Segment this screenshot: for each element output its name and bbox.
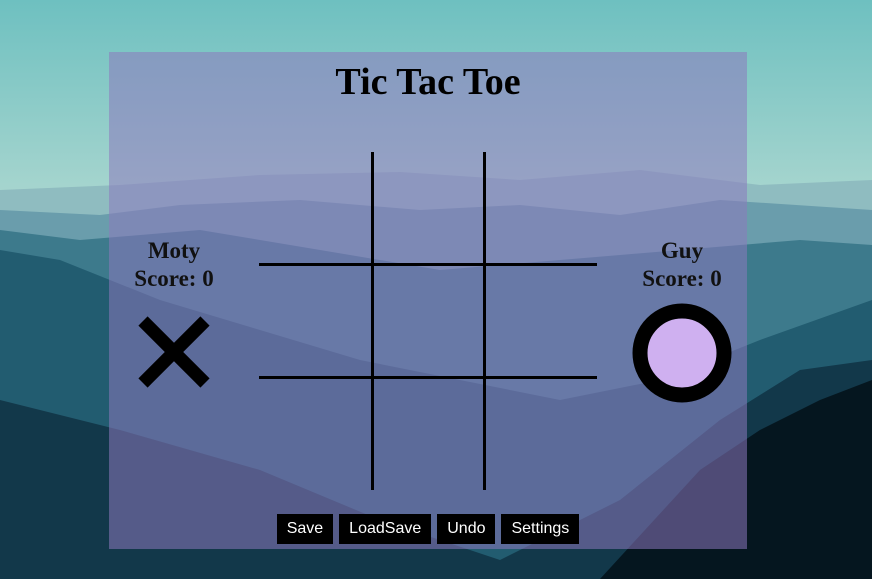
board-cell-0[interactable] xyxy=(259,152,371,264)
game-panel: Tic Tac Toe Moty Score: 0 Guy Score: 0 S… xyxy=(109,52,747,549)
settings-button[interactable]: Settings xyxy=(501,514,580,544)
player-one-panel: Moty Score: 0 xyxy=(109,237,239,404)
game-title: Tic Tac Toe xyxy=(335,61,521,103)
player-two-score: Score: 0 xyxy=(642,266,722,291)
action-bar: Save LoadSave Undo Settings xyxy=(109,514,747,544)
loadsave-button[interactable]: LoadSave xyxy=(339,514,432,544)
board-cell-5[interactable] xyxy=(485,265,597,377)
game-board xyxy=(259,152,597,490)
board-cell-2[interactable] xyxy=(485,152,597,264)
board-cell-4[interactable] xyxy=(372,265,484,377)
o-mark-icon xyxy=(632,303,732,403)
player-one-score: Score: 0 xyxy=(134,266,214,291)
save-button[interactable]: Save xyxy=(276,514,334,544)
player-two-name: Guy xyxy=(660,238,704,263)
board-cell-1[interactable] xyxy=(372,152,484,264)
player-one-name: Moty xyxy=(147,238,201,263)
player-two-panel: Guy Score: 0 xyxy=(617,237,747,412)
x-mark-icon xyxy=(138,316,210,388)
board-cell-8[interactable] xyxy=(485,378,597,490)
board-cell-3[interactable] xyxy=(259,265,371,377)
undo-button[interactable]: Undo xyxy=(437,514,496,544)
board-cell-7[interactable] xyxy=(372,378,484,490)
board-cell-6[interactable] xyxy=(259,378,371,490)
